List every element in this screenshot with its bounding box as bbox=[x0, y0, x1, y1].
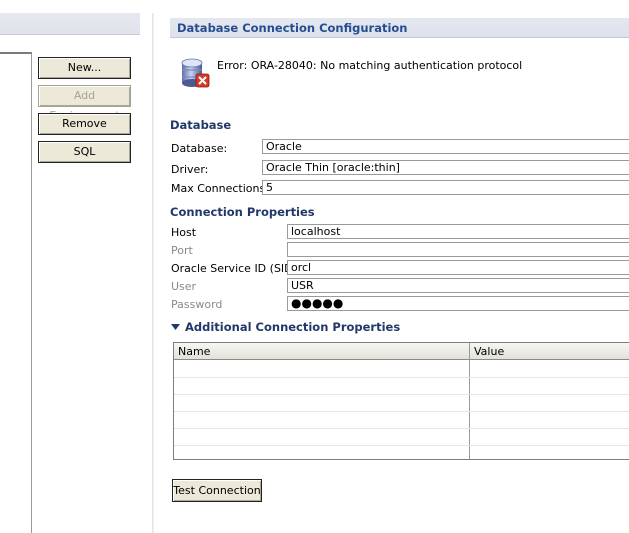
add-environment-button[interactable]: Add Environment bbox=[38, 85, 131, 122]
port-label: Port bbox=[171, 244, 193, 257]
max-connections-label: Max Connections: bbox=[171, 182, 269, 195]
database-select[interactable]: Oracle bbox=[262, 139, 629, 154]
environment-list[interactable] bbox=[0, 52, 32, 533]
max-connections-field[interactable]: 5 bbox=[262, 180, 629, 195]
database-section-title: Database bbox=[170, 118, 232, 132]
left-panel-header bbox=[0, 13, 140, 35]
column-header-value[interactable]: Value bbox=[469, 343, 629, 360]
driver-select[interactable]: Oracle Thin [oracle:thin] bbox=[262, 160, 629, 175]
table-row bbox=[174, 377, 629, 378]
table-row bbox=[174, 428, 629, 429]
remove-button[interactable]: Remove bbox=[38, 113, 131, 135]
table-row bbox=[174, 411, 629, 412]
test-connection-button[interactable]: Test Connection bbox=[172, 479, 262, 502]
password-label: Password bbox=[171, 298, 223, 311]
additional-properties-title[interactable]: Additional Connection Properties bbox=[185, 320, 400, 334]
user-label: User bbox=[171, 280, 197, 293]
database-label: Database: bbox=[171, 142, 228, 155]
new-button[interactable]: New... bbox=[38, 57, 131, 79]
pane-splitter[interactable] bbox=[152, 13, 154, 533]
table-row bbox=[174, 394, 629, 395]
host-field[interactable]: localhost bbox=[287, 224, 629, 239]
sid-label: Oracle Service ID (SID) bbox=[171, 262, 297, 275]
host-label: Host bbox=[171, 226, 197, 239]
table-row bbox=[174, 445, 629, 446]
error-message: Error: ORA-28040: No matching authentica… bbox=[217, 59, 523, 72]
port-field[interactable] bbox=[287, 242, 629, 257]
triangle-down-icon[interactable] bbox=[171, 323, 180, 331]
column-divider bbox=[469, 343, 470, 459]
column-header-name[interactable]: Name bbox=[174, 343, 469, 360]
config-title: Database Connection Configuration bbox=[177, 21, 408, 35]
driver-label: Driver: bbox=[171, 163, 209, 176]
properties-table[interactable]: Name Value bbox=[173, 342, 629, 460]
user-field[interactable]: USR bbox=[287, 278, 629, 293]
password-field[interactable]: ●●●●● bbox=[287, 296, 629, 311]
sql-button[interactable]: SQL bbox=[38, 141, 131, 163]
database-error-icon bbox=[181, 58, 210, 88]
connection-properties-title: Connection Properties bbox=[170, 205, 315, 219]
sid-field[interactable]: orcl bbox=[287, 260, 629, 275]
